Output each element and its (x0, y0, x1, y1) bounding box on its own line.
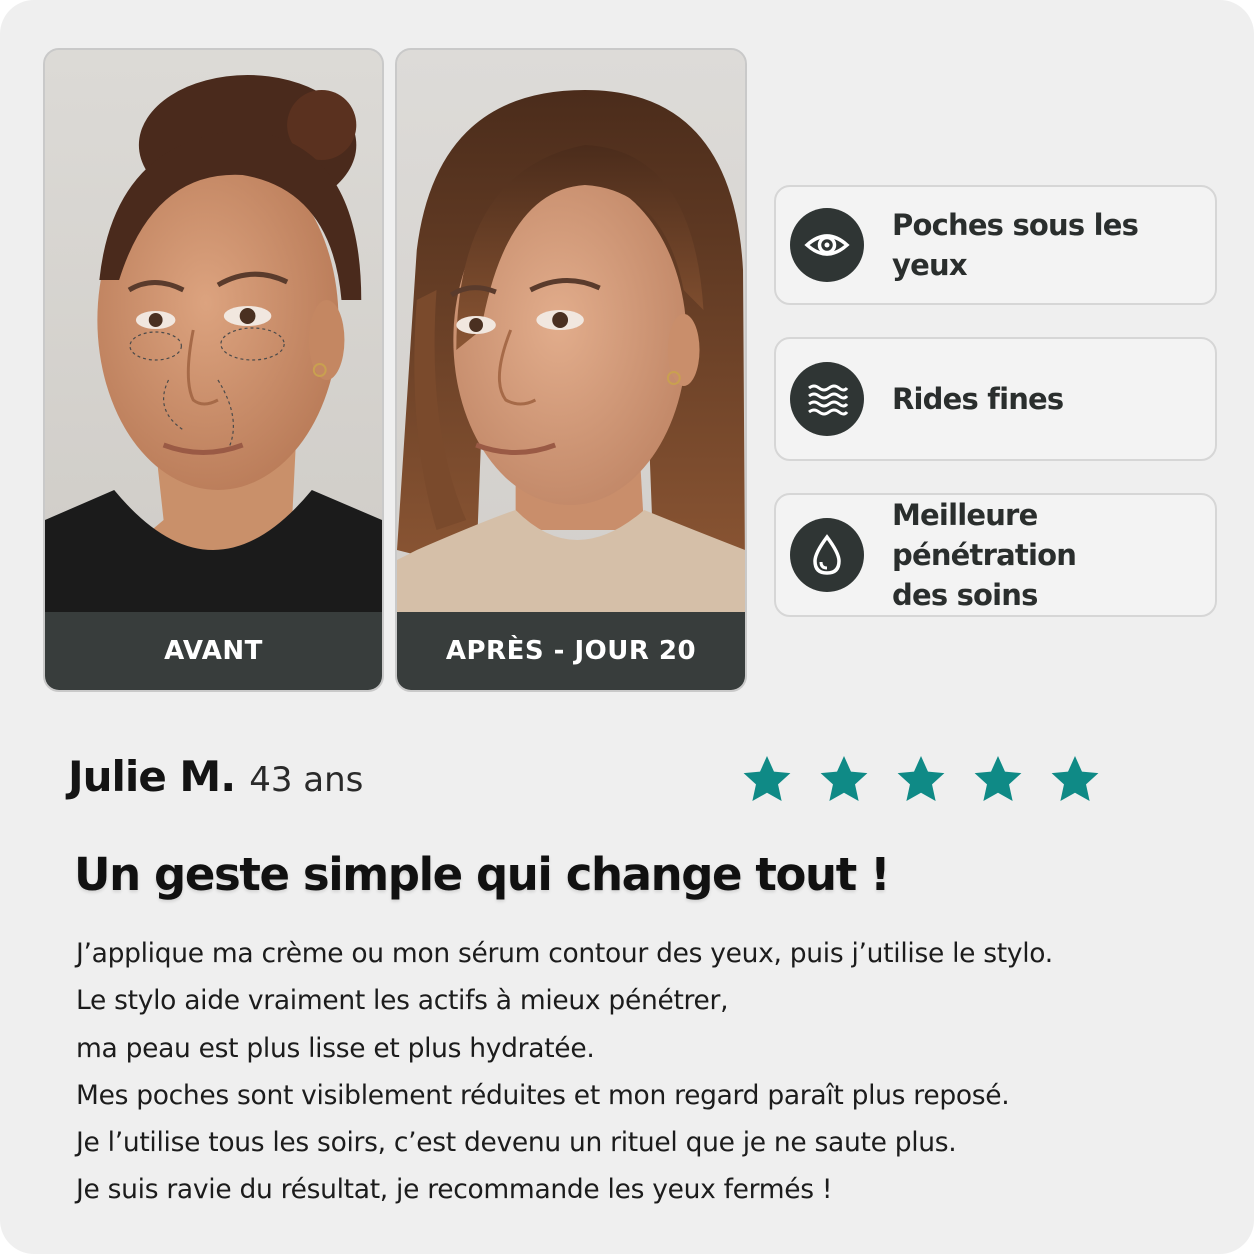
reviewer-info: Julie M. 43 ans (68, 752, 363, 801)
star-icon (1048, 752, 1102, 806)
star-icon (740, 752, 794, 806)
review-line: Mes poches sont visiblement réduites et … (76, 1079, 1010, 1111)
before-label: AVANT (45, 612, 382, 690)
waves-icon (790, 362, 864, 436)
drop-icon (790, 518, 864, 592)
star-icon (971, 752, 1025, 806)
testimonial-card: AVANT APRÈS - JOUR 20 Poches sous les ye… (0, 0, 1254, 1254)
star-icon (817, 752, 871, 806)
benefit-penetration: Meilleure pénétration des soins (774, 493, 1217, 617)
after-photo (397, 50, 745, 614)
review-line: Je l’utilise tous les soirs, c’est deven… (76, 1127, 957, 1159)
benefit-label: Rides fines (892, 382, 1064, 416)
after-photo-card: APRÈS - JOUR 20 (395, 48, 747, 692)
before-photo-card: AVANT (43, 48, 384, 692)
benefit-puffiness: Poches sous les yeux (774, 185, 1217, 305)
reviewer-age: 43 ans (249, 760, 364, 800)
benefit-label: Meilleure pénétration des soins (892, 498, 1077, 612)
review-line: Je suis ravie du résultat, je recommande… (76, 1174, 833, 1206)
after-label: APRÈS - JOUR 20 (397, 612, 745, 690)
review-headline: Un geste simple qui change tout ! (74, 848, 891, 901)
review-line: Le stylo aide vraiment les actifs à mieu… (76, 985, 729, 1017)
reviewer-name: Julie M. (68, 752, 236, 801)
before-photo (45, 50, 382, 614)
benefit-fine-lines: Rides fines (774, 337, 1217, 461)
review-line: J’applique ma crème ou mon sérum contour… (76, 938, 1053, 969)
star-rating (740, 752, 1125, 806)
eye-icon (790, 208, 864, 282)
review-body: J’applique ma crème ou mon sérum contour… (76, 930, 1196, 1214)
benefit-label: Poches sous les yeux (892, 208, 1139, 282)
star-icon (894, 752, 948, 806)
review-line: ma peau est plus lisse et plus hydratée. (76, 1032, 595, 1064)
